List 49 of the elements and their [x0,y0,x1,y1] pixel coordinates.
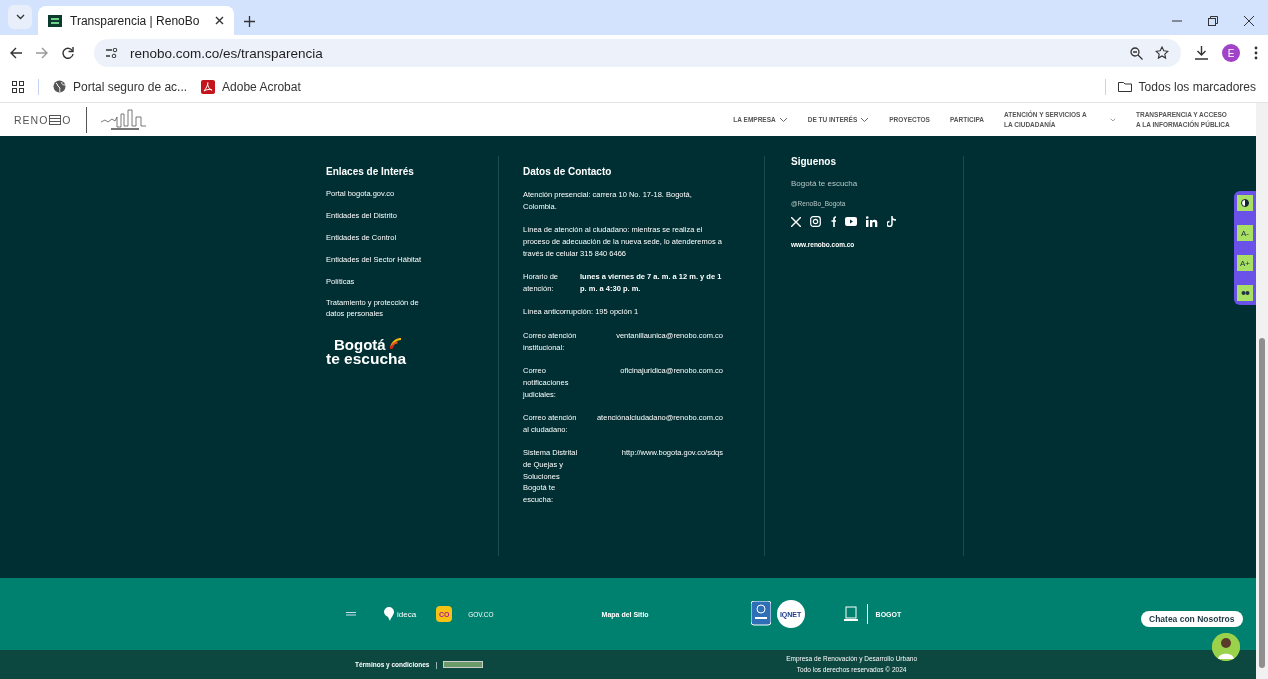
social-subtitle: Bogotá te escucha [791,179,859,188]
facebook-icon[interactable] [830,216,836,227]
folder-icon [1117,81,1132,92]
profile-avatar[interactable]: E [1222,44,1240,62]
small-logo-icon [346,612,356,616]
reload-icon[interactable] [62,47,74,59]
ideca-logo[interactable]: ideca [384,607,417,621]
star-icon[interactable] [1155,46,1169,60]
globe-icon [53,80,66,93]
site-settings-icon[interactable] [106,48,118,58]
tool-button[interactable] [1237,285,1253,301]
address-bar[interactable]: renobo.com.co/es/transparencia [94,39,1181,67]
chat-button[interactable]: Chatea con Nosotros [1141,611,1243,627]
font-size-button[interactable]: A+ [1237,255,1253,271]
contrast-button[interactable] [1237,195,1253,211]
site-favicon-icon [48,13,62,28]
font-size-button[interactable]: A- [1237,225,1253,241]
x-icon[interactable] [791,216,801,227]
instagram-icon[interactable] [810,216,821,227]
close-window-icon[interactable] [1244,16,1254,26]
zoom-icon[interactable] [1130,46,1143,60]
tab-title: Transparencia | RenoBo [70,13,201,28]
browser-tab[interactable]: Transparencia | RenoBo [38,6,234,35]
url-text: renobo.com.co/es/transparencia [130,45,324,61]
download-icon[interactable] [1195,46,1208,60]
apps-grid-icon[interactable] [12,80,24,93]
section-heading: Datos de Contacto [523,166,613,177]
linkedin-icon[interactable] [866,216,878,227]
close-icon[interactable] [215,16,224,25]
all-bookmarks-button[interactable]: Todos los marcadores [1117,79,1256,94]
youtube-icon[interactable] [845,217,857,226]
renobo-logo[interactable]: RENO O [14,113,72,126]
restore-icon[interactable] [1208,16,1218,26]
section-heading: Siguenos [791,156,837,167]
chevron-down-icon [15,14,25,20]
pdf-icon [201,79,216,94]
scrollbar-thumb[interactable] [1259,338,1265,668]
menu-icon[interactable] [1254,46,1258,60]
bogota-te-escucha-logo[interactable]: Bogotá te escucha [326,338,408,368]
section-heading: Enlaces de Interés [326,166,415,177]
forward-arrow-icon[interactable] [36,47,48,59]
contrast-icon [1241,199,1249,207]
tiktok-icon[interactable] [887,216,896,227]
certification-seal-icon [750,601,771,627]
back-arrow-icon[interactable] [10,47,22,59]
bookmark-item[interactable]: Portal seguro de ac... [53,79,188,94]
bookmark-item[interactable]: Adobe Acrobat [201,79,301,94]
license-badge-icon [443,661,484,668]
new-tab-icon[interactable] [244,16,255,27]
